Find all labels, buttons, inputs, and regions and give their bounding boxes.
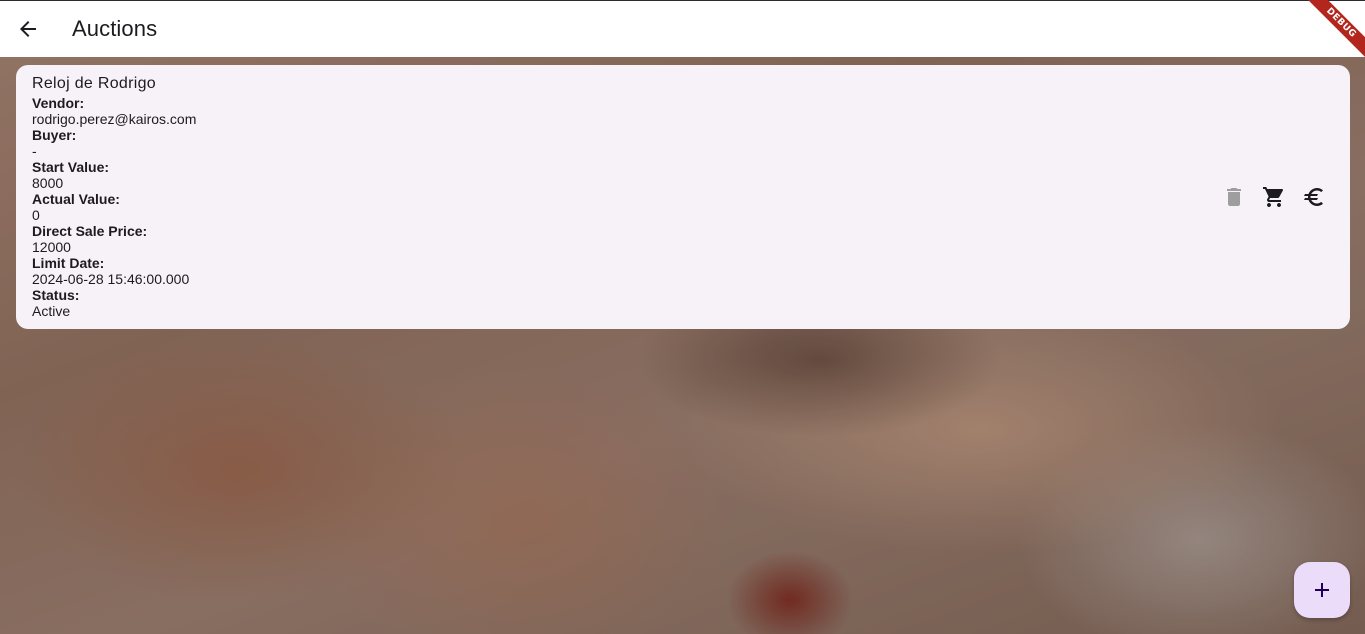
- bid-button[interactable]: [1294, 177, 1334, 217]
- buyer-field: Buyer: -: [32, 127, 1334, 159]
- status-field: Status: Active: [32, 287, 1334, 319]
- direct-sale-price-field: Direct Sale Price: 12000: [32, 223, 1334, 255]
- vendor-value: rodrigo.perez@kairos.com: [32, 111, 197, 127]
- auction-card: Reloj de Rodrigo Vendor: rodrigo.perez@k…: [16, 65, 1350, 329]
- app-bar: Auctions: [0, 0, 1365, 57]
- limit-date-label: Limit Date:: [32, 255, 105, 271]
- limit-date-field: Limit Date: 2024-06-28 15:46:00.000: [32, 255, 1334, 287]
- auction-title: Reloj de Rodrigo: [32, 75, 156, 92]
- direct-sale-price-label: Direct Sale Price:: [32, 223, 148, 239]
- delete-icon: [1227, 188, 1241, 206]
- buy-button[interactable]: [1254, 177, 1294, 217]
- actual-value-value: 0: [32, 207, 40, 223]
- actual-value-label: Actual Value:: [32, 191, 120, 207]
- status-value: Active: [32, 303, 71, 319]
- vendor-label: Vendor:: [32, 95, 85, 111]
- status-label: Status:: [32, 287, 80, 303]
- back-button[interactable]: [0, 1, 56, 57]
- limit-date-value: 2024-06-28 15:46:00.000: [32, 271, 190, 287]
- vendor-field: Vendor: rodrigo.perez@kairos.com: [32, 95, 1334, 127]
- page-title: Auctions: [72, 16, 158, 41]
- arrow-back-icon: [20, 21, 36, 37]
- delete-button[interactable]: [1214, 177, 1254, 217]
- auction-actions: [1214, 177, 1334, 217]
- add-icon: [1315, 583, 1329, 597]
- add-auction-button[interactable]: [1294, 562, 1350, 618]
- app-root: Auctions DEBUG Reloj de Rodrigo Vendor: …: [0, 0, 1365, 634]
- actual-value-field: Actual Value: 0: [32, 191, 1334, 223]
- direct-sale-price-value: 12000: [32, 239, 71, 255]
- buyer-value: -: [32, 143, 37, 159]
- euro-icon: [1304, 188, 1323, 206]
- shopping-cart-icon: [1263, 187, 1284, 207]
- start-value-value: 8000: [32, 175, 64, 191]
- buyer-label: Buyer:: [32, 127, 77, 143]
- start-value-field: Start Value: 8000: [32, 159, 1334, 191]
- start-value-label: Start Value:: [32, 159, 110, 175]
